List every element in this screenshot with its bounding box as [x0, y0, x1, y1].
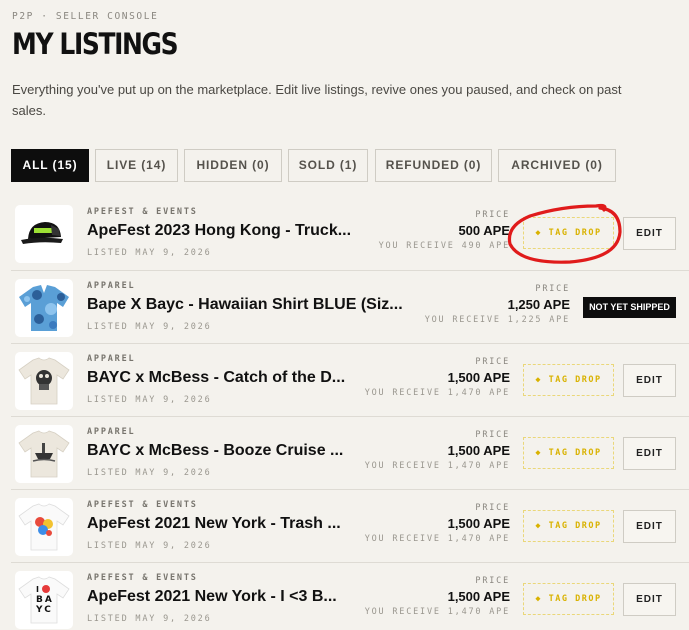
listing-category: APEFEST & EVENTS — [87, 207, 198, 217]
receive-amount: YOU RECEIVE 1,470 APE — [364, 388, 510, 398]
listing-row[interactable]: I BA YC APEFEST & EVENTS ApeFest 2021 Ne… — [11, 562, 689, 630]
camo-shirt-icon — [19, 285, 69, 331]
listing-row[interactable]: APEFEST & EVENTS ApeFest 2021 New York -… — [11, 489, 689, 562]
white-tee-graphic-icon — [18, 503, 70, 551]
listing-row[interactable]: APEFEST & EVENTS ApeFest 2023 Hong Kong … — [11, 197, 689, 270]
price-block: PRICE 500 APE YOU RECEIVE 490 APE — [379, 210, 510, 251]
price-label: PRICE — [475, 503, 510, 513]
cream-tee-icon — [18, 357, 70, 405]
tag-drop-button[interactable]: ◆ TAG DROP — [523, 583, 614, 615]
receive-amount: YOU RECEIVE 1,470 APE — [364, 534, 510, 544]
listing-category: APEFEST & EVENTS — [87, 573, 198, 583]
price-value: 1,500 APE — [447, 516, 510, 531]
trucker-hat-icon — [21, 222, 63, 244]
price-label: PRICE — [475, 357, 510, 367]
listing-title[interactable]: ApeFest 2023 Hong Kong - Truck... — [87, 222, 351, 240]
cream-tee-boat-icon — [18, 430, 70, 478]
tab-all[interactable]: ALL (15) — [11, 149, 89, 182]
listing-category: APPAREL — [87, 427, 136, 437]
listing-title[interactable]: ApeFest 2021 New York - I <3 B... — [87, 588, 337, 606]
thumb-text-i: I — [36, 585, 39, 594]
listing-date: LISTED MAY 9, 2026 — [87, 468, 212, 478]
listing-category: APPAREL — [87, 281, 136, 291]
edit-button[interactable]: EDIT — [623, 437, 676, 470]
receive-amount: YOU RECEIVE 1,470 APE — [364, 607, 510, 617]
tee-thumbnail[interactable] — [15, 498, 73, 556]
price-block: PRICE 1,250 APE YOU RECEIVE 1,225 APE — [425, 284, 570, 325]
price-value: 1,500 APE — [447, 370, 510, 385]
edit-button[interactable]: EDIT — [623, 364, 676, 397]
edit-button[interactable]: EDIT — [623, 583, 676, 616]
listing-title[interactable]: BAYC x McBess - Booze Cruise ... — [87, 442, 343, 460]
edit-button[interactable]: EDIT — [623, 217, 676, 250]
tee-thumbnail[interactable]: I BA YC — [15, 571, 73, 629]
price-label: PRICE — [535, 284, 570, 294]
listing-row[interactable]: APPAREL Bape X Bayc - Hawaiian Shirt BLU… — [11, 270, 689, 343]
receive-amount: YOU RECEIVE 1,470 APE — [364, 461, 510, 471]
tag-drop-button[interactable]: ◆ TAG DROP — [523, 217, 614, 249]
price-value: 1,500 APE — [447, 443, 510, 458]
tab-live[interactable]: LIVE (14) — [95, 149, 178, 182]
shirt-thumbnail[interactable] — [15, 279, 73, 337]
edit-button[interactable]: EDIT — [623, 510, 676, 543]
price-label: PRICE — [475, 210, 510, 220]
receive-amount: YOU RECEIVE 490 APE — [378, 241, 510, 251]
price-label: PRICE — [475, 430, 510, 440]
listing-date: LISTED MAY 9, 2026 — [87, 248, 212, 258]
tab-hidden[interactable]: HIDDEN (0) — [184, 149, 282, 182]
price-block: PRICE 1,500 APE YOU RECEIVE 1,470 APE — [365, 503, 510, 544]
listing-row[interactable]: APPAREL BAYC x McBess - Catch of the D..… — [11, 343, 689, 416]
price-value: 1,500 APE — [447, 589, 510, 604]
page-subtitle: Everything you've put up on the marketpl… — [12, 82, 622, 118]
hat-thumbnail[interactable] — [15, 205, 73, 263]
price-block: PRICE 1,500 APE YOU RECEIVE 1,470 APE — [365, 576, 510, 617]
listing-date: LISTED MAY 9, 2026 — [87, 541, 212, 551]
receive-amount: YOU RECEIVE 1,225 APE — [424, 315, 570, 325]
status-badge: NOT YET SHIPPED — [583, 297, 676, 318]
price-value: 1,250 APE — [507, 297, 570, 312]
listing-date: LISTED MAY 9, 2026 — [87, 395, 212, 405]
thumb-text-yc: YC — [35, 605, 53, 615]
tag-drop-button[interactable]: ◆ TAG DROP — [523, 364, 614, 396]
listing-category: APEFEST & EVENTS — [87, 500, 198, 510]
price-block: PRICE 1,500 APE YOU RECEIVE 1,470 APE — [365, 357, 510, 398]
listing-date: LISTED MAY 9, 2026 — [87, 614, 212, 624]
tee-thumbnail[interactable] — [15, 352, 73, 410]
listing-row[interactable]: APPAREL BAYC x McBess - Booze Cruise ...… — [11, 416, 689, 489]
listing-category: APPAREL — [87, 354, 136, 364]
tag-drop-button[interactable]: ◆ TAG DROP — [523, 510, 614, 542]
white-tee-i-heart-bayc-icon: I BA YC — [18, 576, 70, 624]
tab-archived[interactable]: ARCHIVED (0) — [498, 149, 616, 182]
listing-title[interactable]: ApeFest 2021 New York - Trash ... — [87, 515, 341, 533]
price-label: PRICE — [475, 576, 510, 586]
listing-title[interactable]: BAYC x McBess - Catch of the D... — [87, 369, 345, 387]
page-title: MY LISTINGS — [12, 27, 179, 61]
tee-thumbnail[interactable] — [15, 425, 73, 483]
tab-refunded[interactable]: REFUNDED (0) — [375, 149, 492, 182]
listing-date: LISTED MAY 9, 2026 — [87, 322, 212, 332]
thumb-text-ba: BA — [36, 595, 54, 605]
price-value: 500 APE — [458, 223, 510, 238]
tab-sold[interactable]: SOLD (1) — [288, 149, 368, 182]
listing-title[interactable]: Bape X Bayc - Hawaiian Shirt BLUE (Siz..… — [87, 296, 403, 314]
page-eyebrow: P2P · SELLER CONSOLE — [12, 11, 159, 22]
price-block: PRICE 1,500 APE YOU RECEIVE 1,470 APE — [365, 430, 510, 471]
tag-drop-button[interactable]: ◆ TAG DROP — [523, 437, 614, 469]
